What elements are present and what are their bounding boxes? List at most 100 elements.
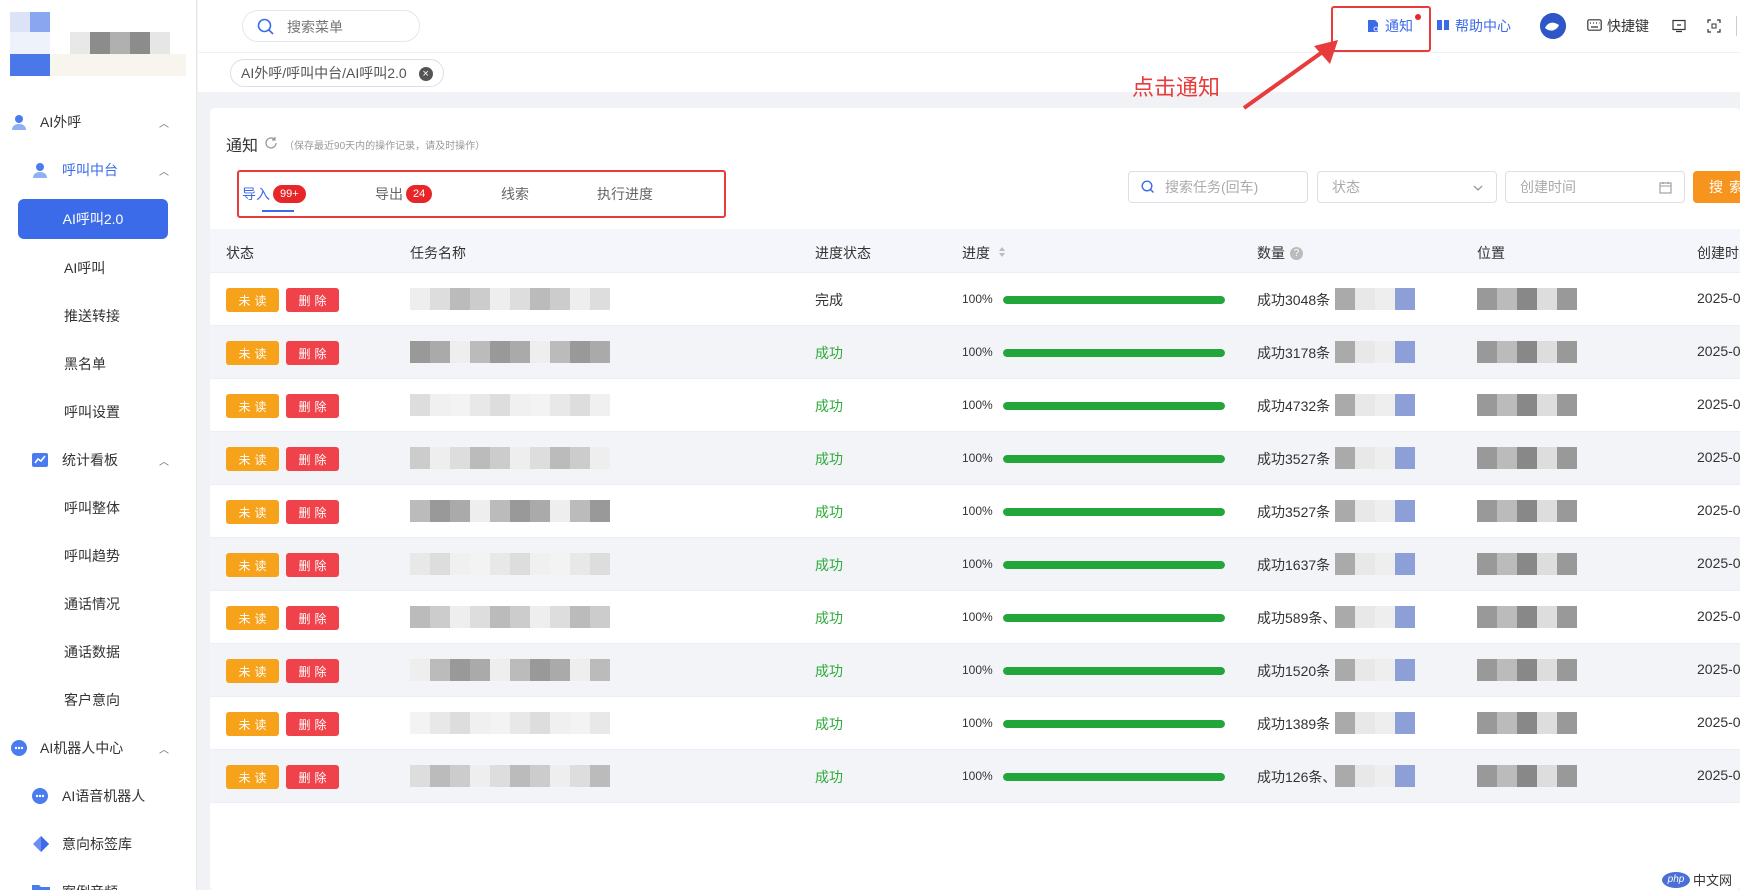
redacted-task-name [410,447,610,469]
delete-button[interactable]: 删除 [286,765,339,789]
avatar[interactable] [1540,13,1566,39]
sidebar-item-push-transfer[interactable]: 推送转接 [0,296,196,336]
nav-group-ai-outbound[interactable]: AI外呼 ︿ [0,102,196,142]
column-header-progress[interactable]: 进度 [962,243,1006,263]
delete-button[interactable]: 删除 [286,553,339,577]
chevron-up-icon: ︿ [159,118,169,130]
user-headset-icon [30,160,50,180]
progress-state: 成功 [815,398,843,414]
sidebar-item-case-audio[interactable]: 案例音频 [0,872,196,890]
created-time-picker[interactable]: 创建时间 [1505,171,1685,203]
redacted-quantity-detail [1335,394,1415,416]
delete-button[interactable]: 删除 [286,288,339,312]
sidebar-item-blacklist[interactable]: 黑名单 [0,344,196,384]
delete-button[interactable]: 删除 [286,394,339,418]
sidebar-item-customer-intent[interactable]: 客户意向 [0,680,196,720]
search-icon [1141,180,1155,197]
unread-button[interactable]: 未读 [226,288,279,312]
sidebar-item-call-situation[interactable]: 通话情况 [0,584,196,624]
delete-button[interactable]: 删除 [286,500,339,524]
created-date: 2025-0 [1697,767,1740,783]
progress-state: 成功 [815,345,843,361]
quantity: 成功3178条 [1257,345,1331,361]
sidebar-item-call-data[interactable]: 通话数据 [0,632,196,672]
close-icon[interactable]: × [418,67,433,81]
table-row: 未读 删除 成功 100% 成功126条、 2025-0 [210,750,1740,803]
progress-state: 成功 [815,451,843,467]
unread-button[interactable]: 未读 [226,447,279,471]
page-subtitle: （保存最近90天内的操作记录，请及时操作） [284,140,486,152]
quantity: 成功589条、 [1257,610,1337,626]
unread-button[interactable]: 未读 [226,606,279,630]
redacted-task-name [410,341,610,363]
unread-button[interactable]: 未读 [226,500,279,524]
delete-button[interactable]: 删除 [286,606,339,630]
menu-search[interactable] [242,10,420,42]
user-headset-icon [10,112,30,132]
top-bar: 通知 帮助中心 快捷键 [198,0,1740,52]
unread-button[interactable]: 未读 [226,341,279,365]
progress-bar-fill [1003,773,1225,781]
redacted-task-name [410,394,610,416]
nav-group-call-center[interactable]: 呼叫中台 ︿ [0,150,196,190]
menu-search-input[interactable] [287,17,407,37]
sidebar-item-call-trend[interactable]: 呼叫趋势 [0,536,196,576]
unread-button[interactable]: 未读 [226,765,279,789]
delete-button[interactable]: 删除 [286,447,339,471]
nav-group-robot-center[interactable]: AI机器人中心 ︿ [0,728,196,768]
progress-bar [1003,455,1225,463]
fullscreen-icon[interactable] [1707,16,1721,36]
tags-bar: AI外呼/呼叫中台/AI呼叫2.0 × [198,52,1740,92]
unread-button[interactable]: 未读 [226,659,279,683]
created-date: 2025-0 [1697,608,1740,624]
redacted-location [1477,288,1577,310]
delete-button[interactable]: 删除 [286,341,339,365]
task-search-input[interactable]: 搜索任务(回车) [1128,171,1308,203]
sidebar-item-call-settings[interactable]: 呼叫设置 [0,392,196,432]
shortcut-button[interactable]: 快捷键 [1587,16,1649,36]
watermark: php 中文网 [1662,870,1732,889]
delete-button[interactable]: 删除 [286,659,339,683]
quantity: 成功1520条 [1257,663,1331,679]
redacted-quantity-detail [1335,500,1415,522]
sidebar-item-label: 呼叫整体 [64,500,120,516]
help-icon[interactable]: ? [1290,246,1303,260]
sidebar-item-ai-call-2[interactable]: AI呼叫2.0 [18,199,168,239]
page-tag[interactable]: AI外呼/呼叫中台/AI呼叫2.0 × [230,59,444,87]
column-header-quantity: 数量 ? [1257,243,1303,263]
watermark-text: 中文网 [1693,873,1733,888]
sidebar-item-voice-robot[interactable]: AI语音机器人 [0,776,196,816]
status-select[interactable]: 状态 [1317,171,1497,203]
table-row: 未读 删除 成功 100% 成功4732条 2025-0 [210,379,1740,432]
quantity: 成功126条、 [1257,769,1337,785]
screen-icon[interactable] [1672,16,1686,36]
progress-state: 成功 [815,504,843,520]
page-tag-label: AI外呼/呼叫中台/AI呼叫2.0 [241,65,407,81]
column-header-label: 进度 [962,245,990,261]
shortcut-label: 快捷键 [1607,18,1649,34]
progress-percent: 100% [962,504,993,518]
status-placeholder: 状态 [1332,179,1360,195]
sidebar-item-ai-call[interactable]: AI呼叫 [0,248,196,288]
chat-bot-icon [9,738,29,758]
redacted-location [1477,553,1577,575]
delete-button[interactable]: 删除 [286,712,339,736]
nav-group-stats-board[interactable]: 统计看板 ︿ [0,440,196,480]
unread-button[interactable]: 未读 [226,394,279,418]
sort-icon[interactable] [998,245,1006,261]
table-row: 未读 删除 成功 100% 成功3527条 2025-0 [210,432,1740,485]
progress-bar-fill [1003,455,1225,463]
help-center-button[interactable]: 帮助中心 [1436,16,1511,36]
chevron-down-icon [1472,181,1484,197]
sidebar-item-intent-tags[interactable]: 意向标签库 [0,824,196,864]
unread-button[interactable]: 未读 [226,712,279,736]
progress-percent: 100% [962,769,993,783]
unread-button[interactable]: 未读 [226,553,279,577]
sidebar-item-call-overall[interactable]: 呼叫整体 [0,488,196,528]
sidebar-item-label: 意向标签库 [62,836,132,852]
created-date: 2025-0 [1697,661,1740,677]
search-button[interactable]: 搜索 [1693,171,1740,203]
progress-bar-fill [1003,561,1225,569]
refresh-icon[interactable] [264,136,278,153]
created-date: 2025-0 [1697,449,1740,465]
